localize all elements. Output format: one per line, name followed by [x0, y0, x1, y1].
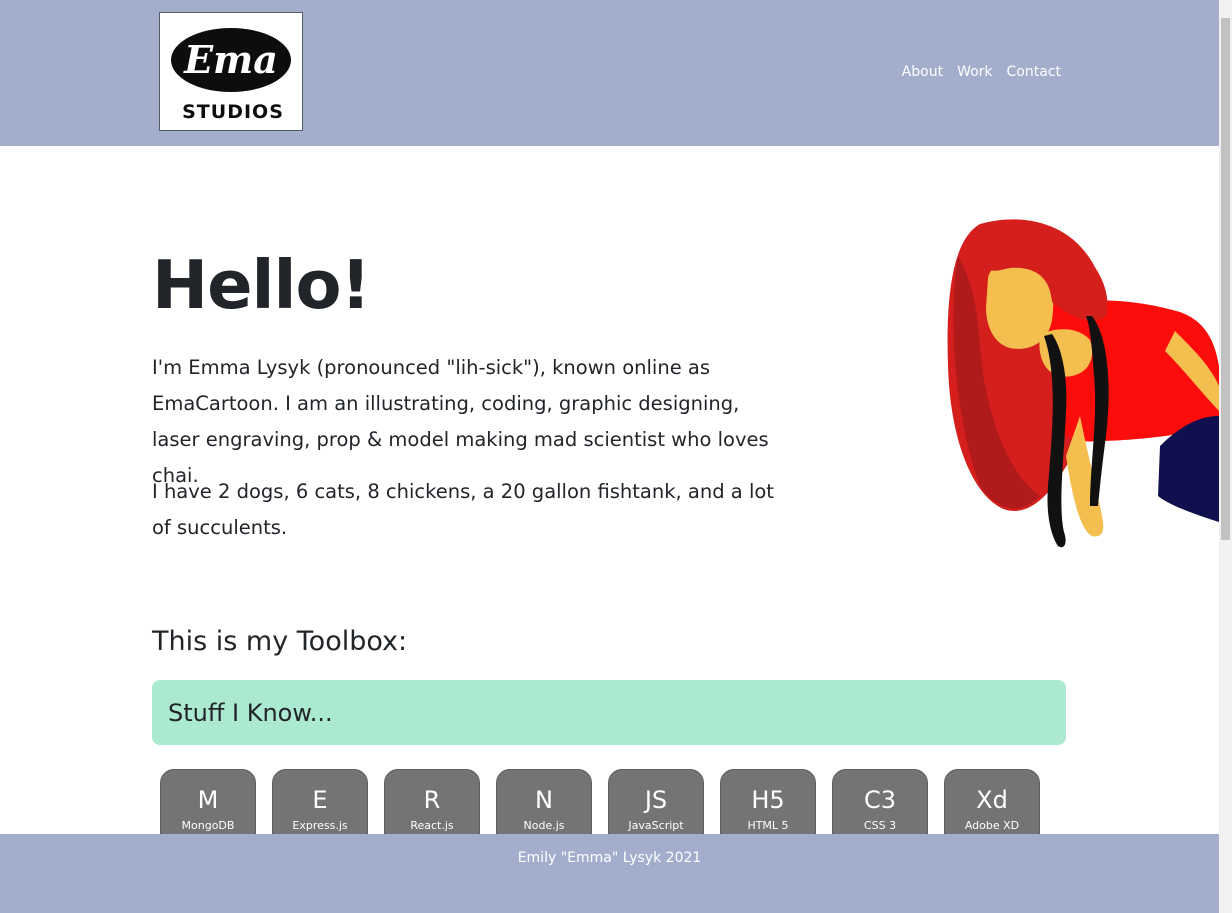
skill-abbr: N — [535, 786, 553, 814]
nav-link-contact[interactable]: Contact — [1007, 64, 1061, 80]
hero-title: Hello! — [152, 246, 371, 324]
skill-name: CSS 3 — [863, 819, 897, 832]
nav-link-about[interactable]: About — [902, 64, 943, 80]
toolbox-title: This is my Toolbox: — [152, 626, 408, 657]
skill-abbr: E — [312, 786, 328, 814]
vertical-scrollbar[interactable] — [1219, 0, 1232, 913]
main-nav: About Work Contact — [902, 64, 1061, 80]
ema-studios-logo[interactable]: Ema STUDIOS — [159, 12, 303, 131]
skill-name: React.js — [410, 819, 454, 832]
stuff-i-know-label: Stuff I Know... — [168, 698, 333, 727]
skill-abbr: M — [197, 786, 219, 814]
stuff-i-know-bar: Stuff I Know... — [152, 680, 1066, 745]
skill-abbr: R — [423, 786, 441, 814]
logo-text-top: Ema — [183, 37, 278, 82]
skill-abbr: JS — [644, 786, 668, 814]
logo-graphic: Ema STUDIOS — [171, 28, 291, 123]
intro-paragraph: I'm Emma Lysyk (pronounced "lih-sick"), … — [152, 356, 769, 487]
skill-abbr: Xd — [976, 786, 1008, 814]
footer-text: Emily "Emma" Lysyk 2021 — [517, 850, 702, 866]
scrollbar-thumb[interactable] — [1221, 18, 1230, 540]
nav-link-work[interactable]: Work — [957, 64, 992, 80]
skill-abbr: H5 — [751, 786, 785, 814]
skill-name: Adobe XD — [964, 819, 1020, 832]
skill-name: Express.js — [292, 819, 348, 832]
girl-illustration — [947, 219, 1219, 548]
skill-name: MongoDB — [181, 819, 235, 832]
skill-name: JavaScript — [628, 819, 684, 832]
skill-name: Node.js — [523, 819, 565, 832]
logo-text-bottom: STUDIOS — [182, 101, 284, 123]
skill-name: HTML 5 — [747, 819, 789, 832]
skill-abbr: C3 — [863, 786, 897, 814]
site-footer: Emily "Emma" Lysyk 2021 — [0, 834, 1219, 913]
pets-paragraph: I have 2 dogs, 6 cats, 8 chickens, a 20 … — [152, 480, 774, 539]
site-header: Ema STUDIOS About Work Contact — [0, 0, 1219, 146]
